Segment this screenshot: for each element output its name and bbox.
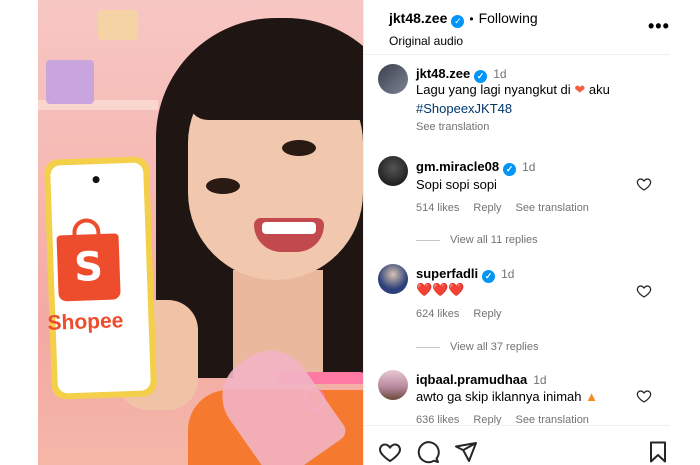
model-eye-left bbox=[206, 178, 240, 194]
reply-button[interactable]: Reply bbox=[473, 202, 501, 214]
like-comment-heart-icon[interactable] bbox=[636, 283, 652, 299]
avatar[interactable] bbox=[378, 64, 408, 94]
view-replies-label[interactable]: View all 11 replies bbox=[450, 234, 538, 246]
shopee-logo-text: Shopee bbox=[47, 309, 124, 335]
like-comment-heart-icon[interactable] bbox=[636, 176, 652, 192]
audio-label[interactable]: Original audio bbox=[389, 34, 538, 48]
share-icon[interactable] bbox=[454, 440, 478, 464]
post-media[interactable]: S Shopee bbox=[38, 0, 363, 465]
verified-badge-icon: ✓ bbox=[482, 270, 496, 283]
like-icon[interactable] bbox=[378, 440, 402, 464]
action-bar-divider bbox=[364, 425, 670, 426]
comment-text: ❤️❤️❤️ bbox=[416, 283, 465, 298]
replies-dash bbox=[416, 239, 440, 241]
background-bag bbox=[46, 60, 94, 104]
avatar[interactable] bbox=[378, 156, 408, 186]
comment-text-part: awto ga skip iklannya inimah bbox=[416, 389, 582, 404]
comment-author[interactable]: iqbaal.pramudhaa 1d bbox=[416, 372, 547, 387]
phone-screen: S Shopee bbox=[47, 162, 151, 394]
following-button[interactable]: Following bbox=[479, 10, 538, 26]
left-gutter bbox=[0, 0, 38, 465]
reply-button[interactable]: Reply bbox=[473, 308, 501, 320]
avatar[interactable] bbox=[378, 370, 408, 400]
save-icon[interactable] bbox=[646, 440, 670, 464]
heart-emoji-icon: ❤ bbox=[574, 82, 586, 97]
background-box bbox=[98, 10, 138, 40]
see-translation-link[interactable]: See translation bbox=[516, 202, 589, 214]
comment-likes[interactable]: 624 likes bbox=[416, 308, 459, 320]
comment-time[interactable]: 1d bbox=[501, 267, 514, 281]
caption-time[interactable]: 1d bbox=[493, 67, 506, 81]
comment-username[interactable]: gm.miracle08 bbox=[416, 159, 499, 174]
model-teeth bbox=[262, 222, 316, 234]
post-header: jkt48.zee ✓ • Following Original audio bbox=[389, 10, 538, 48]
more-horizontal-icon[interactable]: ••• bbox=[648, 16, 670, 37]
comment-time[interactable]: 1d bbox=[522, 160, 535, 174]
post-author-username[interactable]: jkt48.zee bbox=[389, 10, 447, 26]
phone-camera bbox=[92, 175, 100, 184]
see-translation-link[interactable]: See translation bbox=[416, 121, 489, 133]
avatar[interactable] bbox=[378, 264, 408, 294]
phone-prop: S Shopee bbox=[43, 156, 158, 400]
comment-meta: 624 likes Reply bbox=[416, 308, 516, 320]
comment-likes[interactable]: 514 likes bbox=[416, 202, 459, 214]
caption-username[interactable]: jkt48.zee bbox=[416, 66, 470, 81]
separator-dot: • bbox=[469, 12, 474, 26]
comment-text: Sopi sopi sopi bbox=[416, 177, 497, 192]
view-replies-label[interactable]: View all 37 replies bbox=[450, 341, 538, 353]
caption-text-part: Lagu yang lagi nyangkut di bbox=[416, 82, 571, 97]
verified-badge-icon: ✓ bbox=[503, 163, 517, 176]
header-divider bbox=[364, 54, 670, 55]
caption-meta: See translation bbox=[416, 121, 503, 133]
view-replies-button[interactable]: View all 11 replies bbox=[416, 234, 538, 246]
comment-meta: 514 likes Reply See translation bbox=[416, 202, 603, 214]
view-replies-button[interactable]: View all 37 replies bbox=[416, 341, 538, 353]
model-eye-right bbox=[282, 140, 316, 156]
comment-username[interactable]: superfadli bbox=[416, 266, 478, 281]
right-gutter bbox=[670, 0, 700, 465]
like-comment-heart-icon[interactable] bbox=[636, 388, 652, 404]
model-bangs bbox=[188, 40, 363, 120]
fire-emoji-icon: ▲ bbox=[585, 389, 598, 404]
comment-icon[interactable] bbox=[416, 440, 440, 464]
comment-time[interactable]: 1d bbox=[533, 373, 546, 387]
caption-text: Lagu yang lagi nyangkut di ❤ aku #Shopeex… bbox=[416, 80, 656, 118]
shopee-logo-icon: S bbox=[56, 233, 121, 302]
hashtag-link[interactable]: #ShopeexJKT48 bbox=[416, 101, 512, 116]
comment-text: awto ga skip iklannya inimah ▲ bbox=[416, 387, 598, 406]
verified-badge-icon: ✓ bbox=[451, 15, 465, 28]
comment-username[interactable]: iqbaal.pramudhaa bbox=[416, 372, 527, 387]
replies-dash bbox=[416, 346, 440, 348]
comment-author[interactable]: gm.miracle08 ✓ 1d bbox=[416, 159, 535, 176]
caption-text-part: aku bbox=[588, 82, 610, 97]
